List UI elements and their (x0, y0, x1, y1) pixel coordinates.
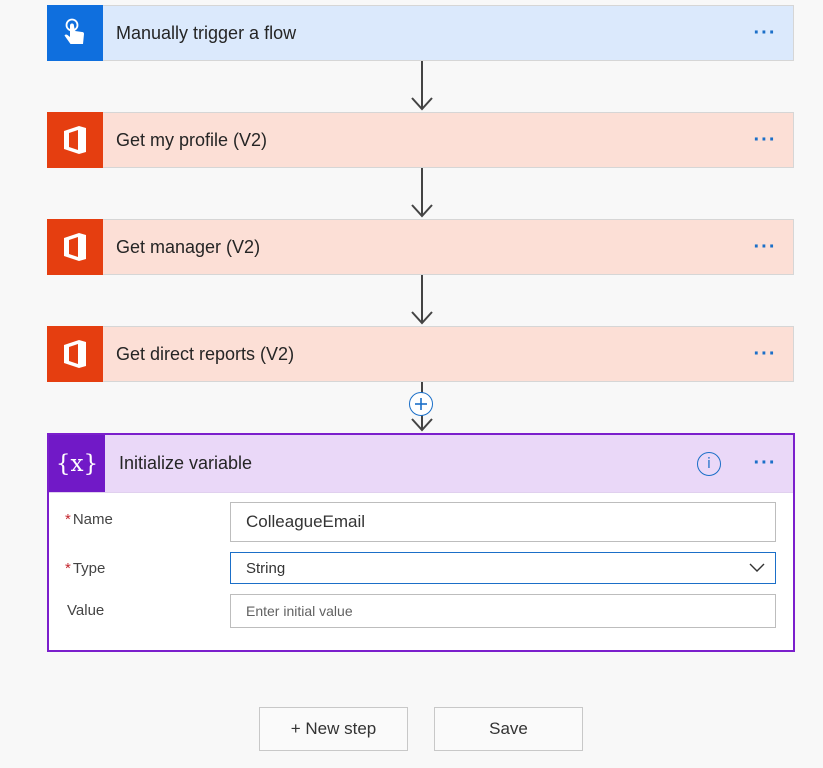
step-get-direct-reports[interactable]: Get direct reports (V2) ··· (47, 326, 794, 382)
office-icon (47, 112, 103, 168)
office-icon (47, 326, 103, 382)
arrow-down-icon (411, 275, 433, 325)
more-options-button[interactable]: ··· (745, 232, 785, 262)
step-manual-trigger[interactable]: Manually trigger a flow ··· (47, 5, 794, 61)
new-step-button[interactable]: + New step (259, 707, 408, 751)
step-title: Get manager (V2) (116, 236, 261, 257)
arrow-down-icon (411, 61, 433, 111)
step-title: Get my profile (V2) (116, 129, 268, 150)
more-options-button[interactable]: ··· (745, 449, 785, 479)
card-title: Initialize variable (119, 453, 253, 473)
chevron-down-icon (749, 563, 765, 572)
arrow-down-icon (411, 168, 433, 218)
insert-step-button[interactable] (409, 392, 433, 416)
initialize-variable-card: {x} Initialize variable i ··· * Name Coll… (47, 433, 795, 652)
value-label: Value (67, 602, 105, 619)
touch-icon (47, 5, 103, 61)
step-title: Get direct reports (V2) (116, 343, 295, 364)
step-get-manager[interactable]: Get manager (V2) ··· (47, 219, 794, 275)
type-select[interactable]: String (230, 552, 776, 584)
card-header[interactable]: {x} Initialize variable i ··· (49, 435, 793, 493)
office-icon (47, 219, 103, 275)
step-title: Manually trigger a flow (116, 22, 297, 43)
more-options-button[interactable]: ··· (745, 18, 785, 48)
more-options-button[interactable]: ··· (745, 339, 785, 369)
plus-icon (415, 398, 427, 410)
name-label: * Name (65, 511, 113, 528)
more-options-button[interactable]: ··· (745, 125, 785, 155)
type-label: * Type (65, 560, 106, 577)
save-button[interactable]: Save (434, 707, 583, 751)
flow-canvas: Manually trigger a flow ··· Get my profi… (0, 0, 823, 768)
step-get-my-profile[interactable]: Get my profile (V2) ··· (47, 112, 794, 168)
value-input[interactable]: Enter initial value (230, 594, 776, 628)
variable-icon: {x} (49, 435, 105, 492)
info-icon[interactable]: i (697, 451, 721, 476)
name-input[interactable]: ColleagueEmail (230, 502, 776, 542)
